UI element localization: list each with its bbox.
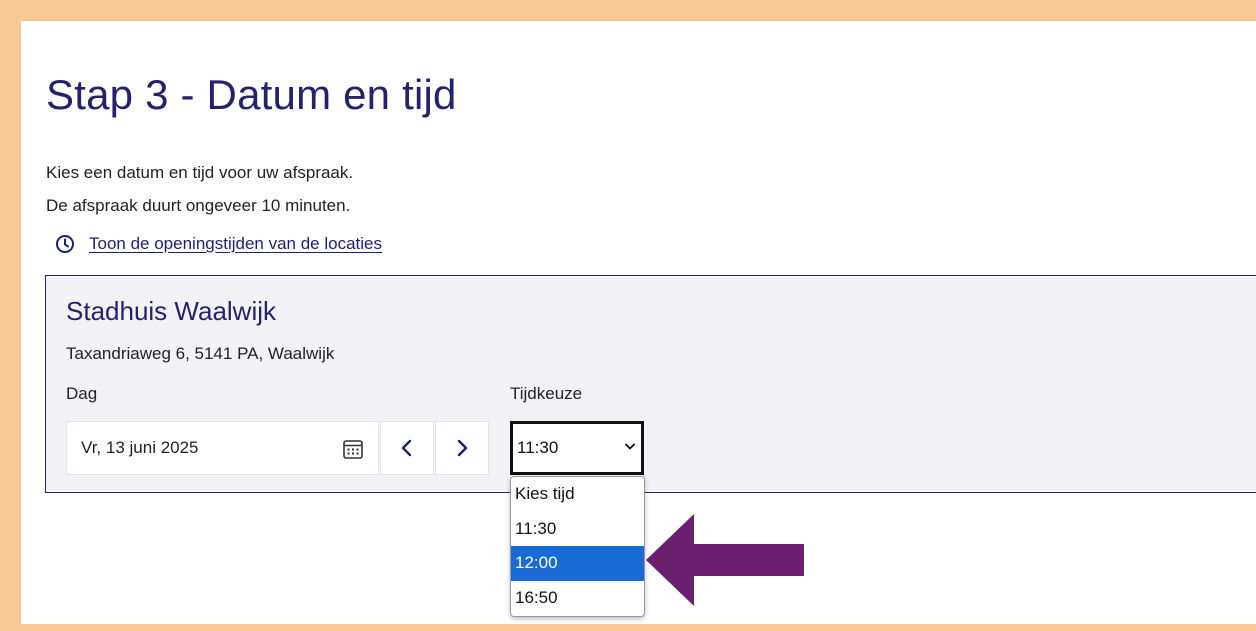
- calendar-icon[interactable]: [342, 438, 364, 460]
- day-label: Dag: [66, 384, 98, 403]
- next-day-button[interactable]: [435, 421, 489, 475]
- previous-day-button[interactable]: [380, 421, 434, 475]
- date-input[interactable]: Vr, 13 juni 2025: [66, 421, 379, 475]
- opening-hours-link[interactable]: Toon de openingstijden van de locaties: [55, 234, 382, 254]
- location-address: Taxandriaweg 6, 5141 PA, Waalwijk: [66, 344, 335, 363]
- location-card: Stadhuis Waalwijk Taxandriaweg 6, 5141 P…: [45, 275, 1256, 493]
- arrow-left-icon: [646, 514, 804, 606]
- time-option-1650[interactable]: 16:50: [511, 581, 644, 616]
- chevron-down-icon: [625, 443, 635, 450]
- time-dropdown-list: Kies tijd 11:30 12:00 16:50: [510, 476, 645, 617]
- time-option-1200[interactable]: 12:00: [511, 546, 644, 581]
- chevron-left-icon: [401, 439, 412, 457]
- location-name: Stadhuis Waalwijk: [66, 296, 277, 326]
- time-option-placeholder[interactable]: Kies tijd: [511, 477, 644, 512]
- intro-text-line2: De afspraak duurt ongeveer 10 minuten.: [46, 196, 351, 215]
- clock-icon: [56, 235, 74, 253]
- time-select-value: 11:30: [517, 438, 559, 457]
- intro-text-line1: Kies een datum en tijd voor uw afspraak.: [46, 163, 354, 182]
- time-label: Tijdkeuze: [510, 384, 583, 403]
- time-option-1130[interactable]: 11:30: [511, 512, 644, 547]
- opening-hours-link-label[interactable]: Toon de openingstijden van de locaties: [89, 234, 382, 254]
- page-title: Stap 3 - Datum en tijd: [46, 71, 457, 118]
- date-value: Vr, 13 juni 2025: [81, 438, 199, 457]
- time-select[interactable]: 11:30: [510, 421, 644, 475]
- content-panel: Stap 3 - Datum en tijd Kies een datum en…: [21, 21, 1256, 624]
- chevron-right-icon: [457, 439, 468, 457]
